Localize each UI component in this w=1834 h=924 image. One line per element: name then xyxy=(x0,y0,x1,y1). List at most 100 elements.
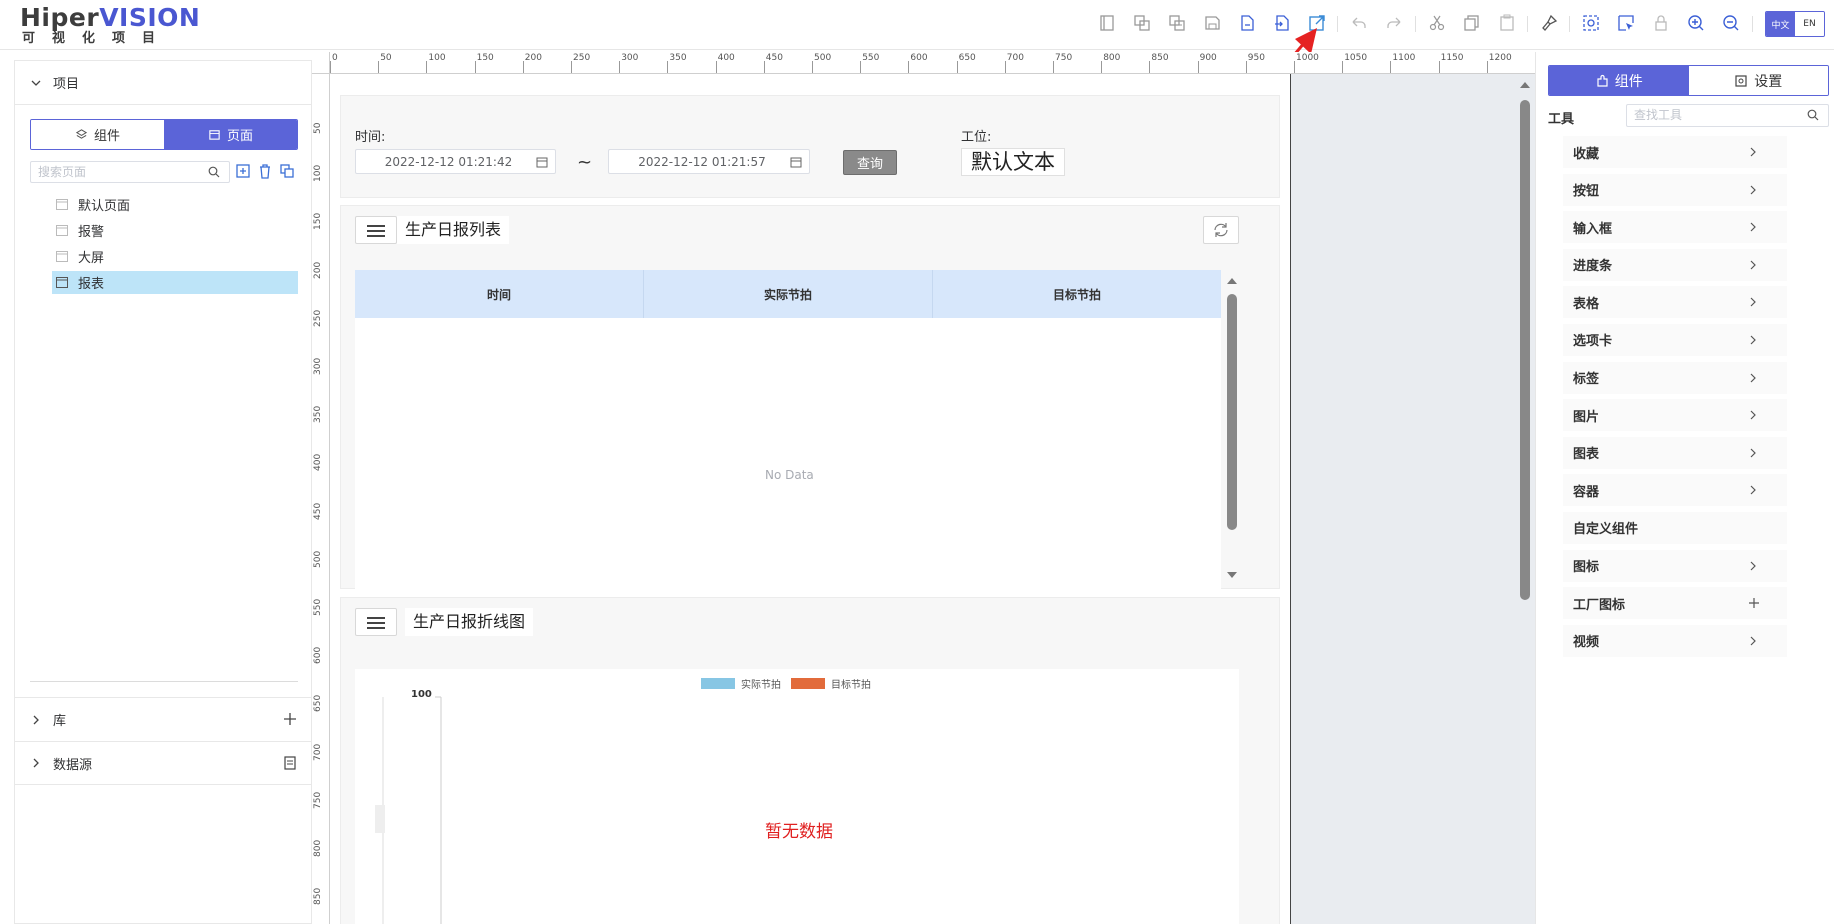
station-label: 工位: xyxy=(961,130,992,145)
new-page-icon[interactable] xyxy=(1097,13,1117,33)
ruler-tick xyxy=(378,61,380,73)
start-date-input[interactable]: 2022-12-12 01:21:42 xyxy=(355,149,556,174)
scroll-up-icon[interactable] xyxy=(1518,80,1532,90)
tool-category[interactable]: 标签 xyxy=(1563,361,1787,394)
tab-components[interactable]: 组件 xyxy=(31,120,164,149)
line-chart[interactable]: 实际节拍 目标节拍 100 暂无数据 xyxy=(355,669,1239,924)
ruler-corner xyxy=(312,52,330,74)
save-icon[interactable] xyxy=(1202,13,1222,33)
canvas-scrollbar[interactable] xyxy=(1518,74,1532,924)
scroll-down-icon[interactable] xyxy=(1225,570,1239,580)
lang-zh-button[interactable]: 中文 xyxy=(1766,12,1795,36)
redo-icon[interactable] xyxy=(1384,13,1404,33)
tool-category[interactable]: 输入框 xyxy=(1563,211,1787,244)
ruler-tick-label: 150 xyxy=(313,213,323,231)
zoom-in-icon[interactable] xyxy=(1686,13,1706,33)
tab-settings[interactable]: 设置 xyxy=(1688,66,1828,95)
page-item[interactable]: 报警 xyxy=(52,219,298,242)
right-panel: 组件 设置 工具 查找工具 收藏 按钮 输入框 进度条 表格 选项卡 标签 图片 图表 容器 自定义… xyxy=(1535,52,1834,924)
plus-icon[interactable] xyxy=(283,712,297,726)
copy-icon[interactable] xyxy=(1462,13,1482,33)
lock-icon[interactable] xyxy=(1651,13,1671,33)
filter-card[interactable]: 时间: 2022-12-12 01:21:42 ~ 2022-12-12 01:… xyxy=(340,95,1280,198)
page-actions xyxy=(236,163,294,179)
ruler-tick-label: 300 xyxy=(313,357,323,375)
paste-icon[interactable] xyxy=(1497,13,1517,33)
range-separator: ~ xyxy=(577,152,593,173)
page-icon xyxy=(56,225,68,236)
column-header[interactable]: 时间 xyxy=(355,270,644,318)
tool-category[interactable]: 工厂图标 xyxy=(1563,587,1787,620)
tab-pages[interactable]: 页面 xyxy=(164,120,297,149)
list-icon[interactable] xyxy=(283,756,297,770)
tool-category-label: 按钮 xyxy=(1573,184,1600,200)
right-tab-switch: 组件 设置 xyxy=(1548,65,1829,96)
tab-settings-label: 设置 xyxy=(1754,73,1783,90)
copy-page-action-icon[interactable] xyxy=(280,163,294,179)
toolbar-separator xyxy=(1415,16,1416,32)
page-item-label: 报警 xyxy=(78,225,105,240)
query-button[interactable]: 查询 xyxy=(843,150,897,175)
page-item[interactable]: 大屏 xyxy=(52,245,298,268)
search-pages-input[interactable]: 搜索页面 xyxy=(30,161,230,183)
scrollbar-thumb[interactable] xyxy=(1227,294,1237,530)
chevron-down-icon xyxy=(31,80,41,86)
ruler-tick-label: 200 xyxy=(313,261,323,279)
import-icon[interactable] xyxy=(1237,13,1257,33)
tool-category[interactable]: 选项卡 xyxy=(1563,323,1787,356)
ruler-tick-label: 350 xyxy=(669,53,687,63)
format-brush-icon[interactable] xyxy=(1539,13,1559,33)
tool-category[interactable]: 收藏 xyxy=(1563,136,1787,168)
ruler-tick-label: 500 xyxy=(313,550,323,568)
station-text[interactable]: 默认文本 xyxy=(961,148,1065,176)
add-page-icon[interactable] xyxy=(236,163,250,179)
delete-page-icon[interactable] xyxy=(258,163,272,179)
column-header[interactable]: 实际节拍 xyxy=(644,270,933,318)
menu-icon[interactable] xyxy=(355,216,397,244)
tool-category[interactable]: 图标 xyxy=(1563,549,1787,582)
ruler-tick xyxy=(1294,61,1295,73)
tool-category[interactable]: 图表 xyxy=(1563,436,1787,469)
tool-category[interactable]: 图片 xyxy=(1563,399,1787,432)
report-table[interactable]: 时间 实际节拍 目标节拍 No Data xyxy=(355,270,1221,590)
library-section-header[interactable]: 库 xyxy=(15,697,311,741)
scroll-up-icon[interactable] xyxy=(1225,276,1239,286)
ruler-tick xyxy=(1390,61,1392,73)
column-header[interactable]: 目标节拍 xyxy=(933,270,1221,318)
ruler-tick xyxy=(1245,61,1247,73)
top-bar: HiperVISION 可视化项目 中文 EN xyxy=(0,0,1834,50)
datasource-section-header[interactable]: 数据源 xyxy=(15,741,311,785)
undo-icon[interactable] xyxy=(1349,13,1369,33)
project-section-header[interactable]: 项目 xyxy=(15,61,311,105)
table-card[interactable]: 生产日报列表 时间 实际节拍 目标节拍 No Data xyxy=(340,205,1280,590)
start-date-value: 2022-12-12 01:21:42 xyxy=(384,154,513,169)
select-icon[interactable] xyxy=(1581,13,1601,33)
page-item[interactable]: 报表 xyxy=(52,271,298,294)
menu-icon[interactable] xyxy=(355,608,397,636)
scrollbar-thumb[interactable] xyxy=(1520,100,1530,600)
copy-page-icon[interactable] xyxy=(1132,13,1152,33)
table-scrollbar[interactable] xyxy=(1225,270,1239,590)
tool-category[interactable]: 表格 xyxy=(1563,286,1787,319)
lang-en-button[interactable]: EN xyxy=(1795,12,1824,36)
tab-components-right[interactable]: 组件 xyxy=(1549,66,1689,95)
page-item[interactable]: 默认页面 xyxy=(52,193,298,216)
duplicate-icon[interactable] xyxy=(1167,13,1187,33)
ruler-tick xyxy=(1101,61,1103,73)
tool-category[interactable]: 容器 xyxy=(1563,474,1787,507)
chart-card[interactable]: 生产日报折线图 实际节拍 目标节拍 100 暂无数据 xyxy=(340,597,1280,924)
end-date-input[interactable]: 2022-12-12 01:21:57 xyxy=(608,149,810,174)
tool-search-input[interactable]: 查找工具 xyxy=(1626,104,1829,127)
tool-category[interactable]: 进度条 xyxy=(1563,248,1787,281)
page-item-label: 大屏 xyxy=(78,251,105,266)
ruler-tick-label: 50 xyxy=(313,122,323,134)
refresh-icon[interactable] xyxy=(1203,216,1239,244)
cut-icon[interactable] xyxy=(1427,13,1447,33)
zoom-out-icon[interactable] xyxy=(1721,13,1741,33)
tool-category[interactable]: 视频 xyxy=(1563,624,1787,657)
datasource-label: 数据源 xyxy=(53,757,93,773)
design-page[interactable]: 时间: 2022-12-12 01:21:42 ~ 2022-12-12 01:… xyxy=(330,74,1291,924)
tool-category[interactable]: 按钮 xyxy=(1563,173,1787,206)
tool-category[interactable]: 自定义组件 xyxy=(1563,511,1787,544)
pointer-icon[interactable] xyxy=(1616,13,1636,33)
